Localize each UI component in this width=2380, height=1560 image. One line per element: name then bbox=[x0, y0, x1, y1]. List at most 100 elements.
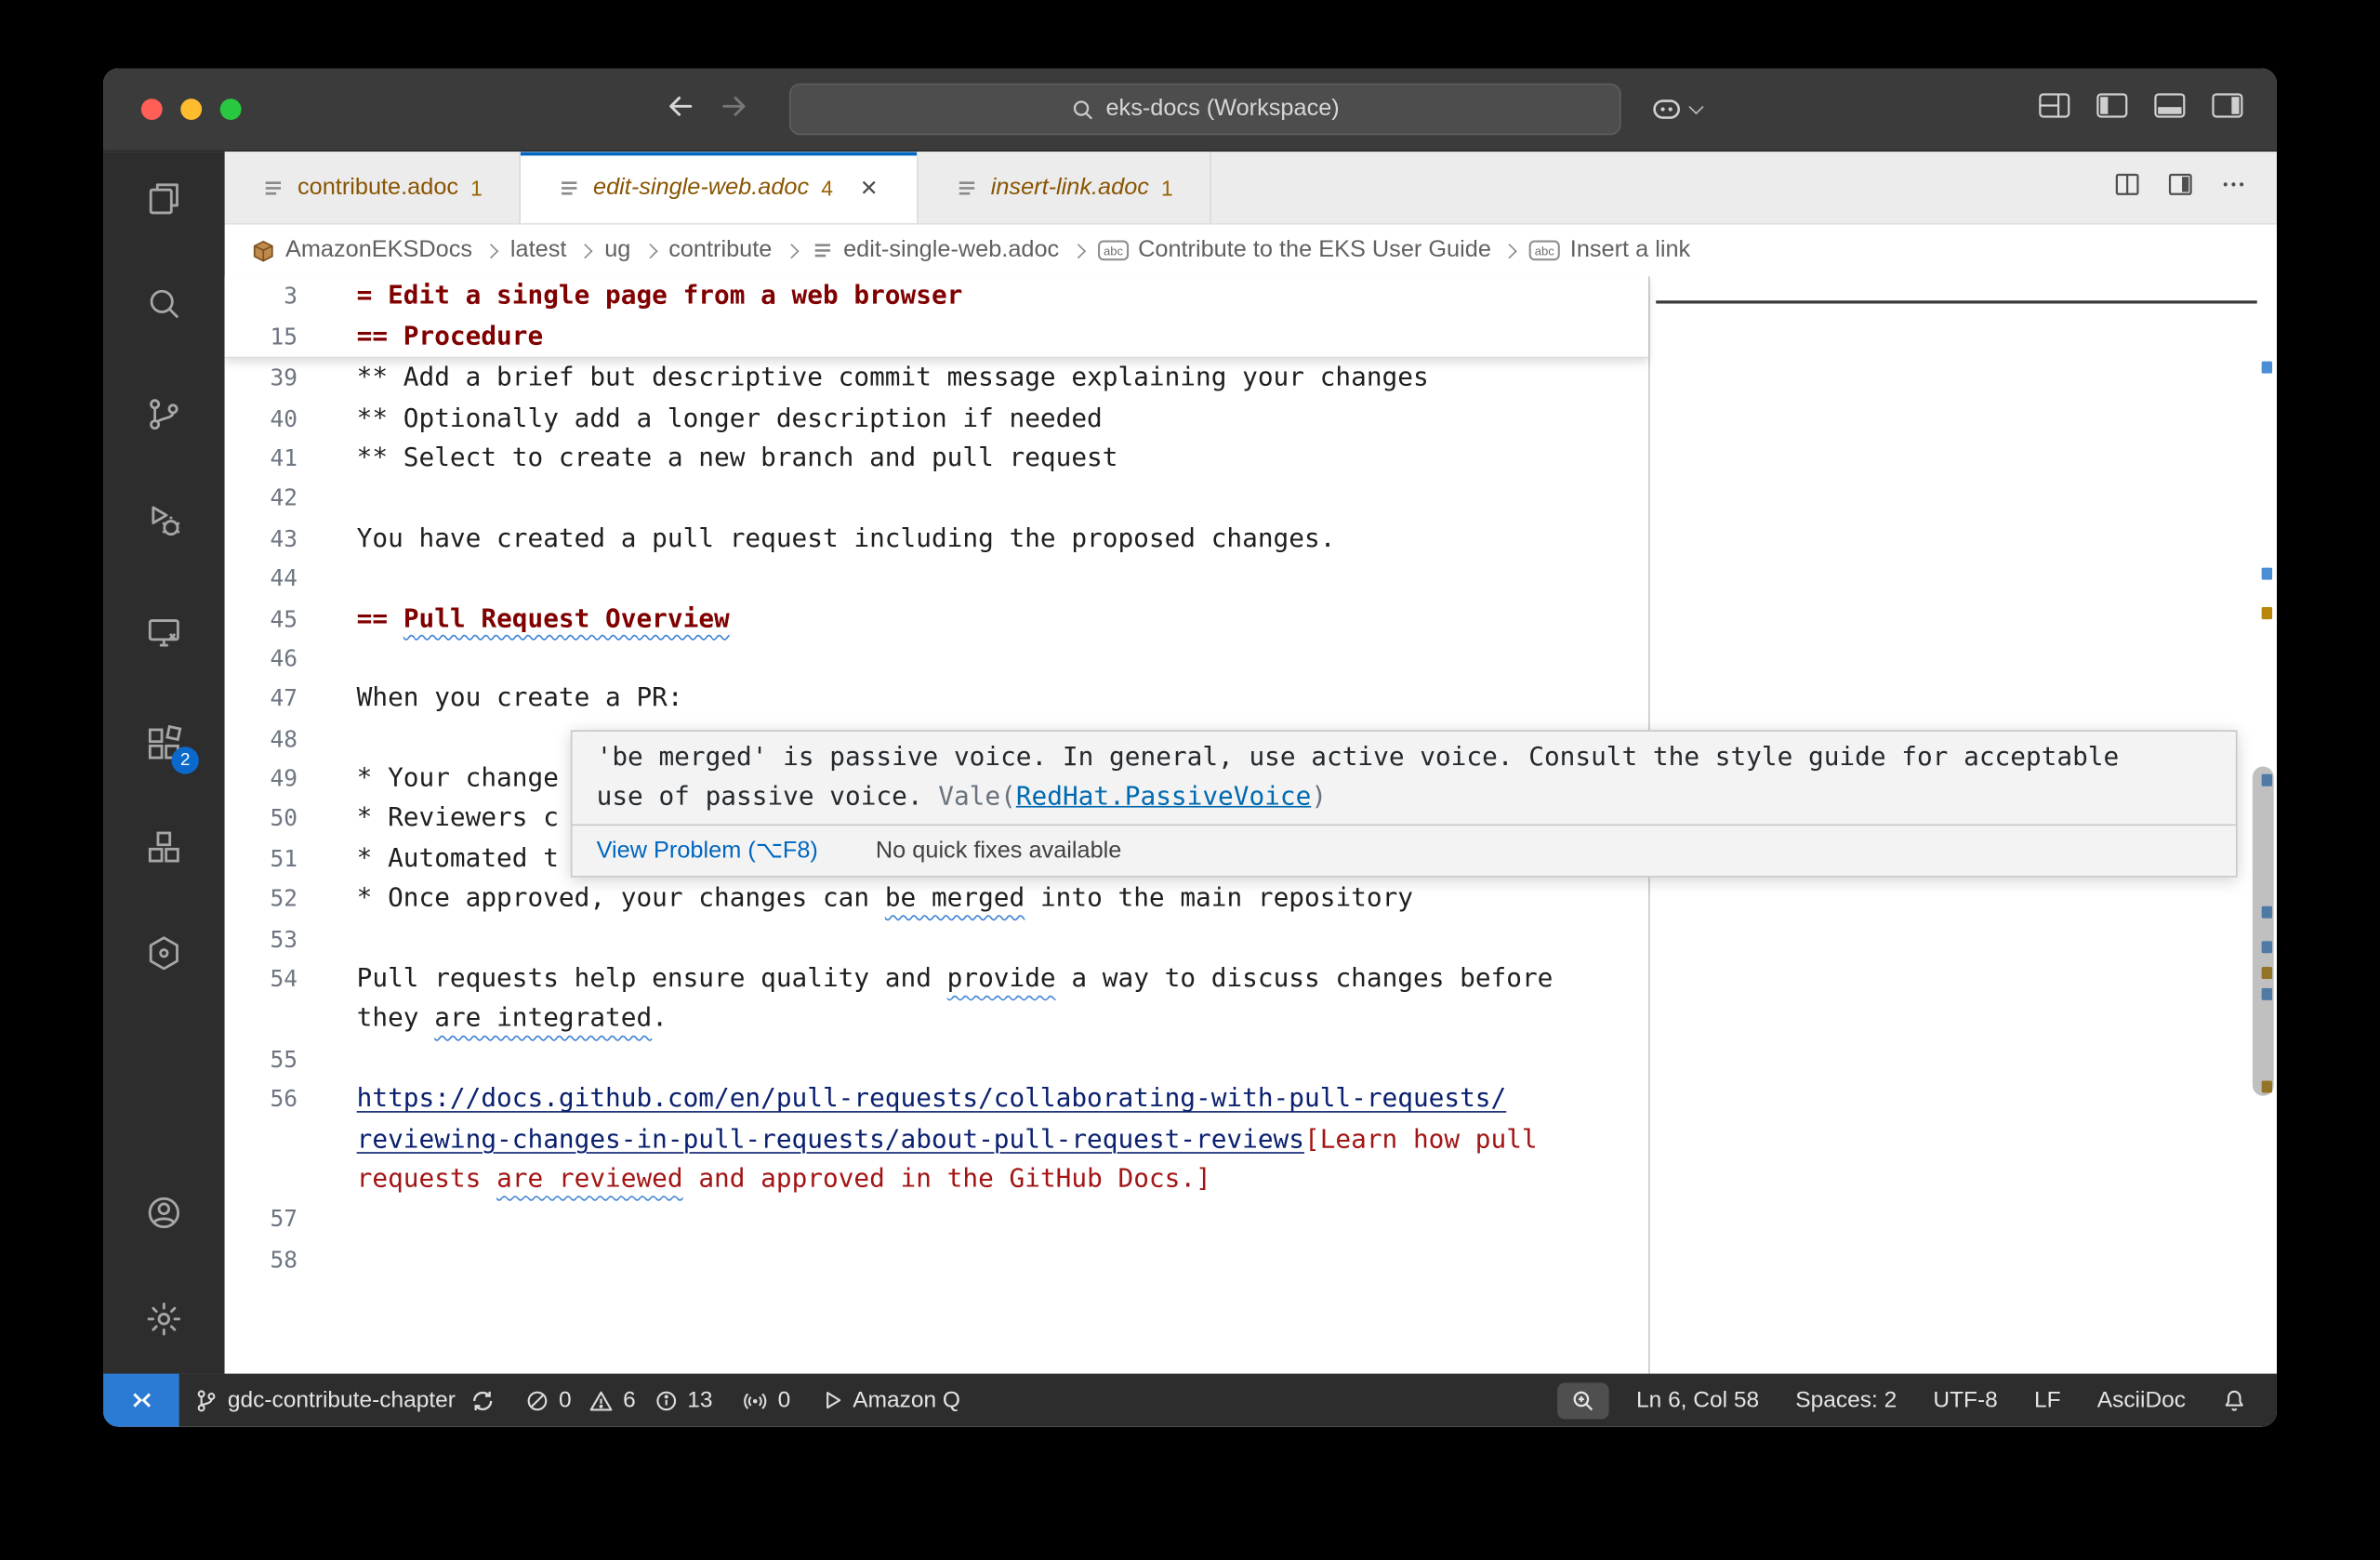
code-line[interactable]: 41** Select to create a new branch and p… bbox=[225, 438, 1648, 478]
problems-item[interactable]: 0 6 13 bbox=[510, 1374, 728, 1427]
activity-bar: 2 bbox=[103, 152, 225, 1373]
amazon-q-item[interactable]: Amazon Q bbox=[806, 1374, 976, 1427]
code-line[interactable]: 44 bbox=[225, 559, 1648, 599]
chevron-right-icon bbox=[1071, 243, 1086, 258]
code-line[interactable]: they are integrated. bbox=[225, 999, 1648, 1039]
search-icon bbox=[1071, 98, 1093, 120]
line-content: = Edit a single page from a web browser bbox=[298, 281, 962, 311]
tab-contribute.adoc[interactable]: contribute.adoc1 bbox=[225, 152, 521, 223]
account-icon[interactable] bbox=[139, 1187, 191, 1239]
breadcrumb-item[interactable]: edit-single-web.adoc bbox=[810, 237, 1059, 264]
file-icon bbox=[557, 176, 581, 200]
toggle-panel-left-icon[interactable] bbox=[2096, 93, 2128, 126]
close-icon[interactable] bbox=[857, 176, 879, 198]
traffic-lights bbox=[141, 99, 242, 120]
explorer-icon[interactable] bbox=[139, 173, 191, 225]
customize-layout-icon[interactable] bbox=[2039, 93, 2070, 126]
editor[interactable]: 39** Add a brief but descriptive commit … bbox=[225, 276, 2277, 1373]
maximize-window-button[interactable] bbox=[220, 99, 242, 120]
search-icon[interactable] bbox=[139, 278, 191, 330]
titlebar: eks-docs (Workspace) bbox=[103, 68, 2277, 152]
code-line[interactable]: 53 bbox=[225, 919, 1648, 959]
copilot-menu[interactable] bbox=[1648, 91, 1701, 127]
tabs: contribute.adoc1edit-single-web.adoc4ins… bbox=[225, 152, 1211, 223]
settings-gear-icon[interactable] bbox=[139, 1293, 191, 1345]
chevron-right-icon bbox=[578, 243, 593, 258]
more-actions-icon[interactable] bbox=[2221, 171, 2247, 205]
toggle-panel-bottom-icon[interactable] bbox=[2154, 93, 2186, 126]
editor-layout-icon[interactable] bbox=[2167, 171, 2193, 205]
remote-explorer-icon[interactable] bbox=[139, 607, 191, 659]
code-line[interactable]: 52* Once approved, your changes can be m… bbox=[225, 879, 1648, 919]
code-line[interactable]: 58 bbox=[225, 1239, 1648, 1279]
chevron-right-icon bbox=[483, 243, 498, 258]
code-line[interactable]: 39** Add a brief but descriptive commit … bbox=[225, 358, 1648, 398]
extensions-badge: 2 bbox=[171, 747, 198, 773]
line-number: 55 bbox=[225, 1046, 298, 1073]
tab-edit-single-web.adoc[interactable]: edit-single-web.adoc4 bbox=[521, 152, 919, 223]
extensions-icon[interactable]: 2 bbox=[139, 718, 191, 770]
code-line[interactable]: reviewing-changes-in-pull-requests/about… bbox=[225, 1119, 1648, 1159]
line-number: 15 bbox=[225, 323, 298, 350]
code-line[interactable]: 46 bbox=[225, 639, 1648, 679]
toggle-panel-right-icon[interactable] bbox=[2212, 93, 2243, 126]
run-debug-icon[interactable] bbox=[139, 495, 191, 547]
breadcrumb-item[interactable]: AmazonEKSDocs bbox=[250, 237, 472, 264]
cursor-position[interactable]: Ln 6, Col 58 bbox=[1618, 1374, 1777, 1427]
code-line[interactable]: 57 bbox=[225, 1199, 1648, 1239]
code-line[interactable]: 45== Pull Request Overview bbox=[225, 599, 1648, 639]
line-number: 43 bbox=[225, 524, 298, 551]
file-icon bbox=[955, 176, 979, 200]
code-line[interactable]: 56https://docs.github.com/en/pull-reques… bbox=[225, 1079, 1648, 1119]
code-line[interactable]: 3= Edit a single page from a web browser bbox=[225, 276, 1648, 316]
hexagon-extension-icon[interactable] bbox=[139, 928, 191, 980]
branch-item[interactable]: gdc-contribute-chapter bbox=[179, 1374, 510, 1427]
code-line[interactable]: 40** Optionally add a longer description… bbox=[225, 398, 1648, 438]
broadcast-item[interactable]: 0 bbox=[728, 1374, 806, 1427]
eol-item[interactable]: LF bbox=[2016, 1374, 2079, 1427]
vscode-window: eks-docs (Workspace) 2 bbox=[103, 68, 2277, 1426]
forward-icon[interactable] bbox=[718, 89, 751, 130]
code-line[interactable]: 47When you create a PR: bbox=[225, 679, 1648, 719]
line-number: 54 bbox=[225, 965, 298, 992]
remote-icon bbox=[128, 1387, 154, 1413]
broadcast-count: 0 bbox=[778, 1387, 791, 1413]
code-line[interactable]: requests are reviewed and approved in th… bbox=[225, 1159, 1648, 1199]
chevron-right-icon bbox=[1502, 243, 1517, 258]
line-number: 40 bbox=[225, 404, 298, 431]
breadcrumb-item[interactable]: abcContribute to the EKS User Guide bbox=[1097, 237, 1491, 264]
amazon-q-label: Amazon Q bbox=[853, 1387, 960, 1413]
view-problem-link[interactable]: View Problem (⌥F8) bbox=[597, 837, 818, 866]
code-line[interactable]: 54Pull requests help ensure quality and … bbox=[225, 959, 1648, 999]
svg-text:abc: abc bbox=[1104, 244, 1124, 258]
remote-indicator[interactable] bbox=[103, 1374, 179, 1427]
indentation-item[interactable]: Spaces: 2 bbox=[1778, 1374, 1915, 1427]
hover-source-link[interactable]: RedHat.PassiveVoice bbox=[1016, 781, 1311, 812]
code-line[interactable]: 55 bbox=[225, 1039, 1648, 1079]
scrollbar-thumb[interactable] bbox=[2253, 766, 2274, 1095]
zoom-indicator[interactable] bbox=[1557, 1382, 1609, 1419]
source-control-icon[interactable] bbox=[139, 389, 191, 441]
breadcrumb-item[interactable]: abcInsert a link bbox=[1529, 237, 1690, 264]
code-line[interactable]: 42 bbox=[225, 479, 1648, 519]
back-icon[interactable] bbox=[663, 89, 696, 130]
split-editor-icon[interactable] bbox=[2114, 171, 2140, 205]
containers-icon[interactable] bbox=[139, 821, 191, 873]
close-window-button[interactable] bbox=[141, 99, 163, 120]
language-mode-item[interactable]: AsciiDoc bbox=[2079, 1374, 2203, 1427]
breadcrumb-item[interactable]: contribute bbox=[668, 237, 772, 264]
error-icon bbox=[525, 1388, 549, 1412]
command-center[interactable]: eks-docs (Workspace) bbox=[789, 84, 1621, 136]
tab-insert-link.adoc[interactable]: insert-link.adoc1 bbox=[918, 152, 1210, 223]
encoding-item[interactable]: UTF-8 bbox=[1915, 1374, 2016, 1427]
notifications-bell[interactable] bbox=[2204, 1374, 2265, 1427]
breadcrumb-item[interactable]: ug bbox=[604, 237, 630, 264]
code-line[interactable]: 43You have created a pull request includ… bbox=[225, 519, 1648, 559]
breadcrumb-item[interactable]: latest bbox=[510, 237, 567, 264]
line-number: 58 bbox=[225, 1246, 298, 1273]
line-content: You have created a pull request includin… bbox=[298, 523, 1335, 554]
hover-message-line2: use of passive voice. Vale(RedHat.Passiv… bbox=[597, 778, 2212, 817]
code-line[interactable]: 15== Procedure bbox=[225, 316, 1648, 356]
tab-label: edit-single-web.adoc bbox=[593, 174, 809, 201]
minimize-window-button[interactable] bbox=[180, 99, 202, 120]
